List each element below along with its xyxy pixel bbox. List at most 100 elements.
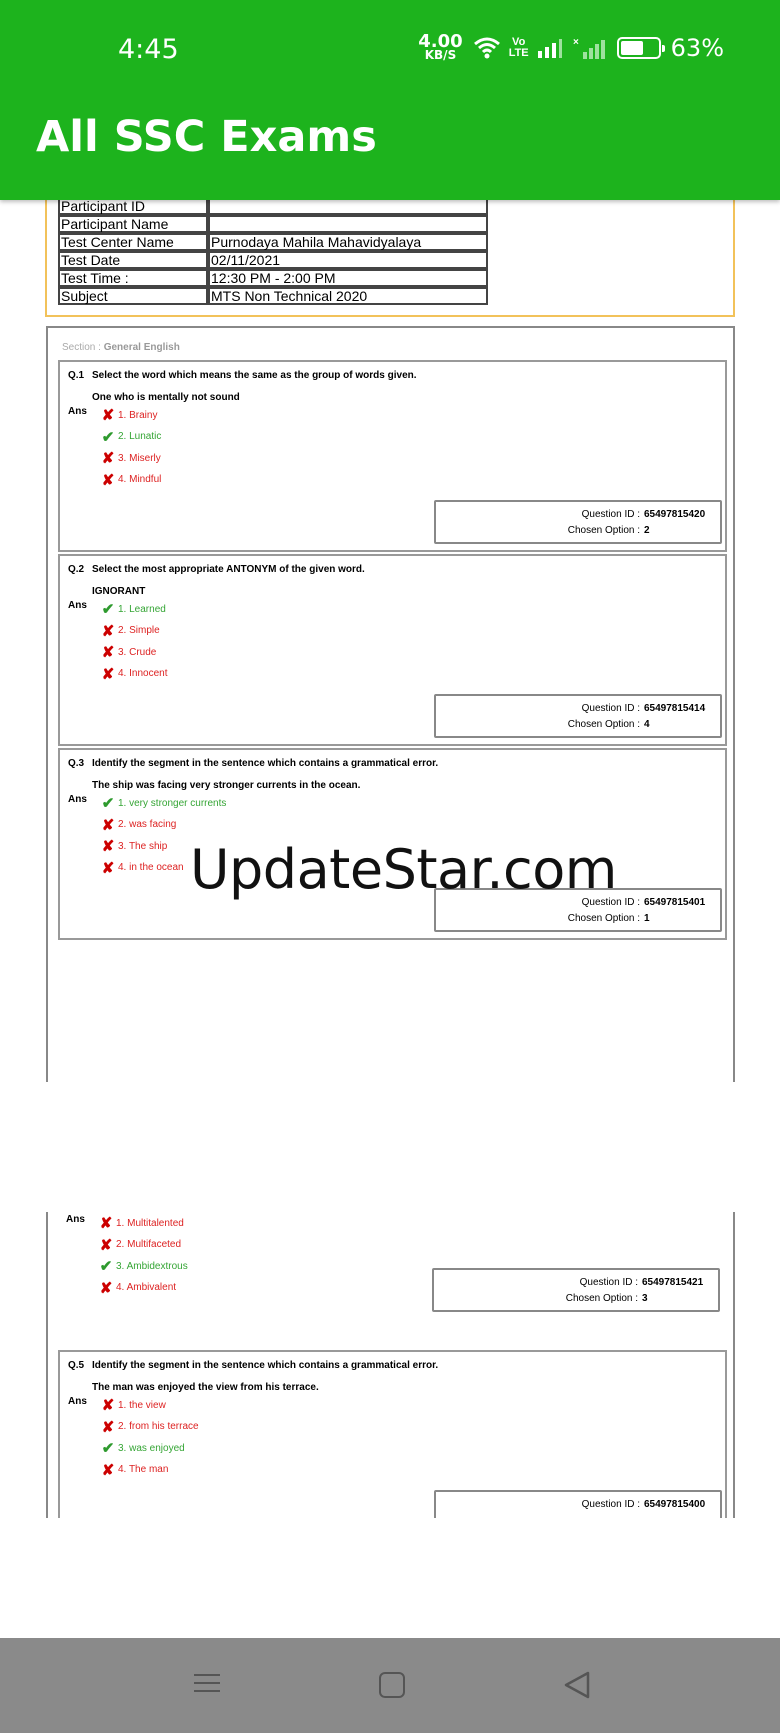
wrong-option: ✘ 4. Mindful — [100, 471, 162, 489]
cross-icon: ✘ — [101, 622, 115, 640]
answer-label: Ans — [68, 1396, 87, 1407]
question-id-value: 65497815414 — [644, 703, 706, 714]
question-box: Q.1 Select the word which means the same … — [58, 360, 727, 552]
status-icons: 4.00 KB/S Vo LTE × 63% — [418, 33, 724, 63]
signal-no-service-icon: × — [573, 37, 605, 59]
option-text: 4. The man — [118, 1464, 169, 1475]
app-title: All SSC Exams — [36, 112, 377, 162]
question-text: Select the word which means the same as … — [92, 370, 417, 381]
correct-option: ✔ 3. Ambidextrous — [98, 1257, 188, 1275]
chosen-option-row: Chosen Option : 4 — [567, 719, 650, 730]
question-info-box: Question ID : 65497815420 Chosen Option :… — [434, 500, 722, 544]
candidate-info-table: Participant ID Participant Name Test Cente… — [58, 197, 488, 305]
question-info-box: Question ID : 65497815400 — [434, 1490, 722, 1518]
option-text: 1. the view — [118, 1399, 166, 1411]
chosen-option-row: Chosen Option : 3 — [565, 1293, 648, 1304]
wrong-option: ✘ 2. was facing — [100, 816, 177, 834]
volte-indicator: Vo LTE — [509, 37, 529, 59]
chosen-option-label: Chosen Option : — [567, 719, 640, 730]
cross-icon: ✘ — [101, 1461, 115, 1479]
candidate-info-label: Test Time : — [58, 269, 208, 287]
candidate-info-row: Subject MTS Non Technical 2020 — [58, 287, 488, 305]
question-id-label: Question ID : — [581, 703, 640, 714]
cross-icon: ✘ — [99, 1215, 113, 1232]
question-id-label: Question ID : — [581, 1499, 640, 1510]
check-icon: ✔ — [101, 601, 115, 618]
question-id-value: 65497815400 — [644, 1499, 706, 1510]
watermark: UpdateStar.com — [190, 838, 617, 901]
candidate-info-value: 02/11/2021 — [208, 251, 488, 269]
back-button[interactable] — [560, 1668, 594, 1702]
question-id-label: Question ID : — [581, 509, 640, 520]
question-box: Q.2 Select the most appropriate ANTONYM o… — [58, 554, 727, 746]
option-text: 3. The ship — [118, 840, 168, 852]
check-icon: ✔ — [101, 795, 115, 812]
chosen-option-value: 4 — [644, 719, 650, 730]
candidate-info-label: Participant Name — [58, 215, 208, 233]
menu-line-icon — [194, 1682, 220, 1684]
question-id-value: 65497815401 — [644, 897, 706, 908]
option-text: 4. Innocent — [118, 668, 168, 679]
question-number: Q.2 — [68, 564, 85, 575]
question-info-box: Question ID : 65497815414 Chosen Option :… — [434, 694, 722, 738]
candidate-info-value: 12:30 PM - 2:00 PM — [208, 269, 488, 287]
candidate-info-value: MTS Non Technical 2020 — [208, 287, 488, 305]
home-button[interactable] — [375, 1668, 409, 1702]
answer-label: Ans — [68, 600, 87, 611]
chosen-option-row: Chosen Option : 1 — [568, 913, 650, 924]
navigation-bar — [0, 1638, 780, 1733]
cross-icon: ✘ — [99, 1236, 113, 1254]
wrong-option: ✘ 2. from his terrace — [100, 1418, 199, 1436]
answer-panel-bottom: Ans ✘ 1. Multitalented ✘ 2. Multifaceted ✔ 3. … — [46, 1212, 735, 1518]
candidate-info-row: Participant Name — [58, 215, 488, 233]
candidate-info-label: Test Center Name — [58, 233, 208, 251]
cross-icon: ✘ — [101, 838, 115, 855]
question-id-label: Question ID : — [579, 1277, 638, 1288]
question-prompt: One who is mentally not sound — [92, 392, 240, 403]
answer-label: Ans — [68, 794, 87, 805]
option-text: 3. was enjoyed — [118, 1442, 185, 1454]
question-prompt: The ship was facing very stronger curren… — [92, 780, 361, 791]
option-text: 3. Miserly — [118, 452, 161, 464]
wrong-option: ✘ 4. The man — [100, 1461, 169, 1479]
question-number: Q.5 — [68, 1360, 85, 1371]
option-text: 1. Learned — [118, 603, 166, 615]
chosen-option-row: Chosen Option : 2 — [567, 525, 650, 536]
status-time: 4:45 — [118, 34, 179, 65]
battery-percent: 63% — [670, 34, 724, 62]
answer-label: Ans — [66, 1214, 85, 1225]
cross-icon: ✘ — [101, 407, 115, 424]
cross-icon: ✘ — [101, 816, 115, 834]
option-text: 4. in the ocean — [118, 862, 184, 873]
check-icon: ✔ — [101, 1440, 115, 1457]
candidate-info-value: Purnodaya Mahila Mahavidyalaya — [208, 233, 488, 251]
cross-icon: ✘ — [99, 1279, 113, 1297]
cross-icon: ✘ — [101, 450, 115, 467]
question-id-value: 65497815421 — [642, 1277, 704, 1288]
recent-apps-button[interactable] — [190, 1668, 224, 1702]
question-id-row: Question ID : 65497815414 — [581, 703, 706, 714]
question-text: Select the most appropriate ANTONYM of t… — [92, 564, 365, 575]
chosen-option-label: Chosen Option : — [565, 1293, 638, 1304]
question-prompt: The man was enjoyed the view from his te… — [92, 1382, 319, 1393]
option-text: 3. Ambidextrous — [116, 1260, 188, 1272]
wrong-option: ✘ 1. Multitalented — [98, 1214, 184, 1232]
question-prompt: IGNORANT — [92, 586, 146, 597]
question-number: Q.3 — [68, 758, 85, 769]
question-number: Q.1 — [68, 370, 85, 381]
option-text: 2. from his terrace — [118, 1421, 199, 1432]
correct-option: ✔ 2. Lunatic — [100, 428, 162, 446]
cross-icon: ✘ — [101, 471, 115, 489]
question-box: Q.5 Identify the segment in the sentence … — [58, 1350, 727, 1518]
back-triangle-icon — [564, 1671, 590, 1699]
question-text: Identify the segment in the sentence whi… — [92, 758, 439, 769]
cross-icon: ✘ — [101, 1397, 115, 1414]
wrong-option: ✘ 1. the view — [100, 1396, 166, 1414]
volte-bottom: LTE — [508, 47, 529, 59]
option-text: 2. Simple — [118, 625, 160, 636]
chosen-option-label: Chosen Option : — [567, 525, 640, 536]
menu-line-icon — [194, 1690, 220, 1692]
screen: 4:45 4.00 KB/S Vo LTE × 63% All SSC Exam… — [0, 0, 780, 1733]
option-text: 1. Multitalented — [116, 1217, 184, 1229]
check-icon: ✔ — [101, 428, 115, 446]
